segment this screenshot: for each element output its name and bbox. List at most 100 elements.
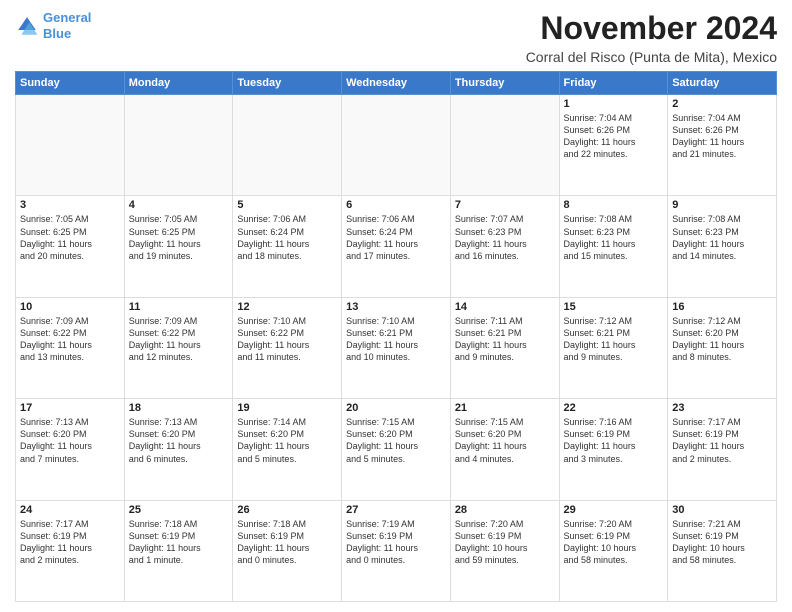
day-info: Sunrise: 7:04 AM Sunset: 6:26 PM Dayligh…: [672, 112, 772, 161]
day-info: Sunrise: 7:04 AM Sunset: 6:26 PM Dayligh…: [564, 112, 664, 161]
calendar-cell: 20Sunrise: 7:15 AM Sunset: 6:20 PM Dayli…: [342, 399, 451, 500]
calendar-cell: 30 Sunrise: 7:21 AM Sunset: 6:19 PM Dayli…: [668, 500, 777, 601]
weekday-header-tuesday: Tuesday: [233, 72, 342, 95]
day-info: Sunrise: 7:10 AM Sunset: 6:22 PM Dayligh…: [237, 315, 337, 364]
calendar-cell: 29Sunrise: 7:20 AM Sunset: 6:19 PM Dayli…: [559, 500, 668, 601]
day-number: 5: [237, 199, 337, 211]
day-info: Sunrise: 7:08 AM Sunset: 6:23 PM Dayligh…: [564, 213, 664, 262]
calendar-cell: 26 Sunrise: 7:18 AM Sunset: 6:19 PM Dayli…: [233, 500, 342, 601]
calendar-cell: 25 Sunrise: 7:18 AM Sunset: 6:19 PM Dayli…: [124, 500, 233, 601]
calendar-week-row: 1Sunrise: 7:04 AM Sunset: 6:26 PM Daylig…: [16, 95, 777, 196]
day-number: 9: [672, 199, 772, 211]
day-number: 14: [455, 301, 555, 313]
calendar-cell: 6 Sunrise: 7:06 AM Sunset: 6:24 PM Daylig…: [342, 196, 451, 297]
calendar-cell: 23Sunrise: 7:17 AM Sunset: 6:19 PM Dayli…: [668, 399, 777, 500]
day-number: 24: [20, 504, 120, 516]
calendar-cell: 16 Sunrise: 7:12 AM Sunset: 6:20 PM Dayli…: [668, 297, 777, 398]
day-info: Sunrise: 7:09 AM Sunset: 6:22 PM Dayligh…: [20, 315, 120, 364]
day-info: Sunrise: 7:17 AM Sunset: 6:19 PM Dayligh…: [20, 518, 120, 567]
day-info: Sunrise: 7:05 AM Sunset: 6:25 PM Dayligh…: [20, 213, 120, 262]
day-number: 11: [129, 301, 229, 313]
day-number: 30: [672, 504, 772, 516]
calendar-cell: 12 Sunrise: 7:10 AM Sunset: 6:22 PM Dayli…: [233, 297, 342, 398]
day-number: 6: [346, 199, 446, 211]
day-number: 4: [129, 199, 229, 211]
calendar-cell: 24 Sunrise: 7:17 AM Sunset: 6:19 PM Dayli…: [16, 500, 125, 601]
day-number: 18: [129, 402, 229, 414]
calendar-week-row: 24 Sunrise: 7:17 AM Sunset: 6:19 PM Dayli…: [16, 500, 777, 601]
day-info: Sunrise: 7:19 AM Sunset: 6:19 PM Dayligh…: [346, 518, 446, 567]
calendar-cell: 3 Sunrise: 7:05 AM Sunset: 6:25 PM Daylig…: [16, 196, 125, 297]
day-info: Sunrise: 7:13 AM Sunset: 6:20 PM Dayligh…: [20, 416, 120, 465]
calendar-table: SundayMondayTuesdayWednesdayThursdayFrid…: [15, 71, 777, 602]
weekday-header-friday: Friday: [559, 72, 668, 95]
day-number: 25: [129, 504, 229, 516]
day-info: Sunrise: 7:13 AM Sunset: 6:20 PM Dayligh…: [129, 416, 229, 465]
day-info: Sunrise: 7:12 AM Sunset: 6:21 PM Dayligh…: [564, 315, 664, 364]
day-info: Sunrise: 7:15 AM Sunset: 6:20 PM Dayligh…: [455, 416, 555, 465]
calendar-week-row: 3 Sunrise: 7:05 AM Sunset: 6:25 PM Daylig…: [16, 196, 777, 297]
calendar-cell: [450, 95, 559, 196]
calendar-cell: 1Sunrise: 7:04 AM Sunset: 6:26 PM Daylig…: [559, 95, 668, 196]
day-number: 29: [564, 504, 664, 516]
weekday-header-saturday: Saturday: [668, 72, 777, 95]
day-number: 20: [346, 402, 446, 414]
calendar-week-row: 17Sunrise: 7:13 AM Sunset: 6:20 PM Dayli…: [16, 399, 777, 500]
calendar-cell: [124, 95, 233, 196]
day-info: Sunrise: 7:14 AM Sunset: 6:20 PM Dayligh…: [237, 416, 337, 465]
day-info: Sunrise: 7:10 AM Sunset: 6:21 PM Dayligh…: [346, 315, 446, 364]
day-info: Sunrise: 7:05 AM Sunset: 6:25 PM Dayligh…: [129, 213, 229, 262]
day-info: Sunrise: 7:21 AM Sunset: 6:19 PM Dayligh…: [672, 518, 772, 567]
calendar-cell: 27 Sunrise: 7:19 AM Sunset: 6:19 PM Dayli…: [342, 500, 451, 601]
day-info: Sunrise: 7:20 AM Sunset: 6:19 PM Dayligh…: [455, 518, 555, 567]
calendar-cell: 8 Sunrise: 7:08 AM Sunset: 6:23 PM Daylig…: [559, 196, 668, 297]
calendar-cell: 11 Sunrise: 7:09 AM Sunset: 6:22 PM Dayli…: [124, 297, 233, 398]
day-info: Sunrise: 7:11 AM Sunset: 6:21 PM Dayligh…: [455, 315, 555, 364]
weekday-header-wednesday: Wednesday: [342, 72, 451, 95]
calendar-cell: 9 Sunrise: 7:08 AM Sunset: 6:23 PM Daylig…: [668, 196, 777, 297]
day-number: 16: [672, 301, 772, 313]
day-number: 27: [346, 504, 446, 516]
logo: General Blue: [15, 10, 91, 41]
calendar-cell: 21 Sunrise: 7:15 AM Sunset: 6:20 PM Dayli…: [450, 399, 559, 500]
calendar-cell: 15Sunrise: 7:12 AM Sunset: 6:21 PM Dayli…: [559, 297, 668, 398]
day-info: Sunrise: 7:07 AM Sunset: 6:23 PM Dayligh…: [455, 213, 555, 262]
calendar-cell: [342, 95, 451, 196]
day-number: 22: [564, 402, 664, 414]
weekday-header-sunday: Sunday: [16, 72, 125, 95]
day-info: Sunrise: 7:12 AM Sunset: 6:20 PM Dayligh…: [672, 315, 772, 364]
logo-line2: Blue: [43, 26, 71, 41]
title-block: November 2024 Corral del Risco (Punta de…: [526, 10, 777, 65]
weekday-header-thursday: Thursday: [450, 72, 559, 95]
day-info: Sunrise: 7:06 AM Sunset: 6:24 PM Dayligh…: [346, 213, 446, 262]
month-title: November 2024: [526, 10, 777, 47]
day-number: 13: [346, 301, 446, 313]
day-number: 21: [455, 402, 555, 414]
day-number: 26: [237, 504, 337, 516]
day-number: 8: [564, 199, 664, 211]
day-info: Sunrise: 7:09 AM Sunset: 6:22 PM Dayligh…: [129, 315, 229, 364]
header: General Blue November 2024 Corral del Ri…: [15, 10, 777, 65]
calendar-cell: 10 Sunrise: 7:09 AM Sunset: 6:22 PM Dayli…: [16, 297, 125, 398]
weekday-header-monday: Monday: [124, 72, 233, 95]
logo-line1: General: [43, 10, 91, 25]
day-number: 28: [455, 504, 555, 516]
calendar-cell: 14 Sunrise: 7:11 AM Sunset: 6:21 PM Dayli…: [450, 297, 559, 398]
logo-text: General Blue: [43, 10, 91, 41]
day-info: Sunrise: 7:18 AM Sunset: 6:19 PM Dayligh…: [129, 518, 229, 567]
calendar-cell: [16, 95, 125, 196]
day-number: 10: [20, 301, 120, 313]
calendar-cell: 22Sunrise: 7:16 AM Sunset: 6:19 PM Dayli…: [559, 399, 668, 500]
day-number: 7: [455, 199, 555, 211]
day-info: Sunrise: 7:18 AM Sunset: 6:19 PM Dayligh…: [237, 518, 337, 567]
calendar-cell: 13 Sunrise: 7:10 AM Sunset: 6:21 PM Dayli…: [342, 297, 451, 398]
calendar-cell: 4 Sunrise: 7:05 AM Sunset: 6:25 PM Daylig…: [124, 196, 233, 297]
calendar-cell: 5Sunrise: 7:06 AM Sunset: 6:24 PM Daylig…: [233, 196, 342, 297]
logo-icon: [15, 14, 39, 38]
day-number: 12: [237, 301, 337, 313]
day-number: 3: [20, 199, 120, 211]
page: General Blue November 2024 Corral del Ri…: [0, 0, 792, 612]
day-info: Sunrise: 7:08 AM Sunset: 6:23 PM Dayligh…: [672, 213, 772, 262]
calendar-cell: 19Sunrise: 7:14 AM Sunset: 6:20 PM Dayli…: [233, 399, 342, 500]
day-number: 23: [672, 402, 772, 414]
